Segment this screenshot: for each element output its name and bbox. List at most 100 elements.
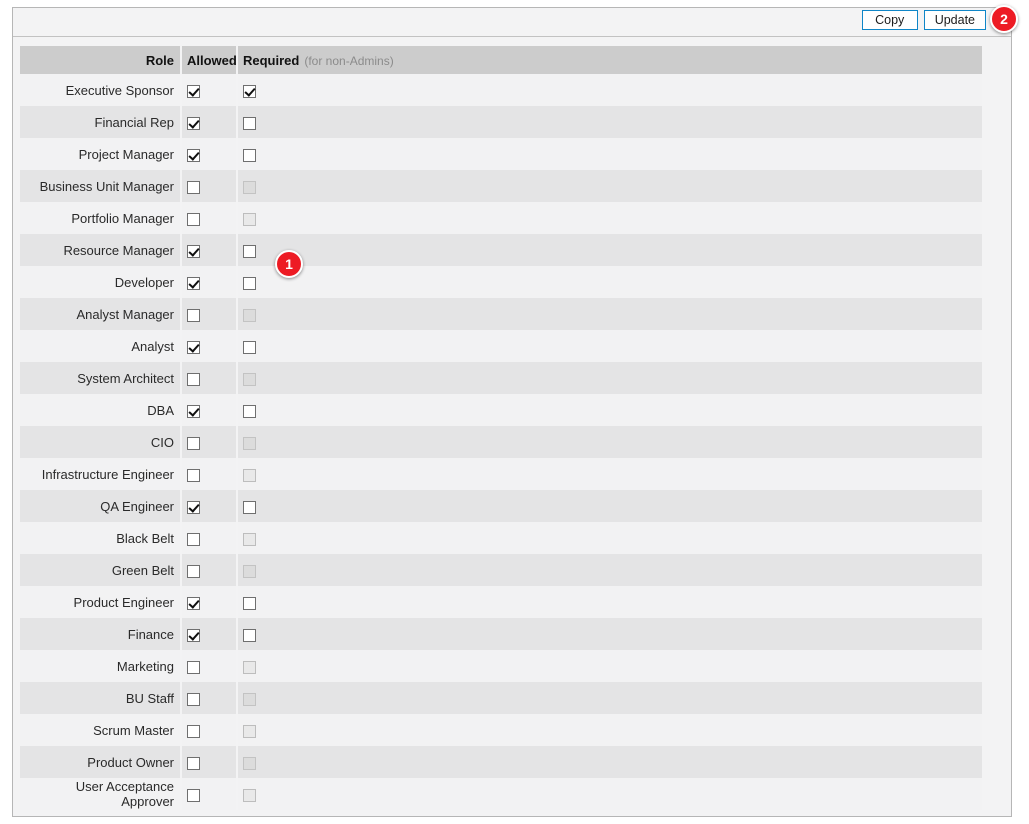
column-header-role: Role — [20, 46, 182, 74]
required-checkbox[interactable] — [243, 628, 256, 642]
required-cell — [237, 170, 982, 202]
allowed-checkbox[interactable] — [187, 404, 200, 418]
role-name-cell: Portfolio Manager — [20, 202, 182, 234]
allowed-checkbox[interactable] — [187, 276, 200, 290]
required-cell — [237, 554, 982, 586]
allowed-checkbox[interactable] — [187, 500, 200, 514]
allowed-checkbox[interactable] — [187, 212, 200, 226]
table-row: Business Unit Manager — [20, 170, 982, 202]
required-checkbox — [243, 372, 256, 386]
column-header-required-note: (for non-Admins) — [304, 53, 394, 68]
allowed-checkbox[interactable] — [187, 532, 200, 546]
table-row: DBA — [20, 394, 982, 426]
required-cell — [237, 330, 982, 362]
copy-button[interactable]: Copy — [861, 10, 918, 30]
allowed-checkbox[interactable] — [187, 628, 200, 642]
required-cell — [237, 650, 982, 682]
allowed-checkbox[interactable] — [187, 756, 200, 770]
table-row: Project Manager — [20, 138, 982, 170]
role-name-cell: Executive Sponsor — [20, 74, 182, 106]
required-checkbox[interactable] — [243, 404, 256, 418]
required-cell — [237, 298, 982, 330]
allowed-checkbox[interactable] — [187, 116, 200, 130]
table-row: Financial Rep — [20, 106, 982, 138]
required-cell — [237, 714, 982, 746]
allowed-checkbox[interactable] — [187, 788, 200, 802]
allowed-cell — [181, 426, 238, 458]
table-header: Role Allowed Required (for non-Admins) — [20, 46, 982, 74]
role-name-cell: Developer — [20, 266, 182, 298]
required-cell — [237, 106, 982, 138]
required-checkbox[interactable] — [243, 500, 256, 514]
required-checkbox — [243, 532, 256, 546]
role-name-cell: Black Belt — [20, 522, 182, 554]
role-name-cell: Scrum Master — [20, 714, 182, 746]
update-button[interactable]: Update — [923, 10, 986, 30]
annotation-badge-2: 2 — [990, 5, 1018, 33]
role-name-cell: BU Staff — [20, 682, 182, 714]
allowed-checkbox[interactable] — [187, 84, 200, 98]
role-name-cell: Infrastructure Engineer — [20, 458, 182, 490]
allowed-checkbox[interactable] — [187, 660, 200, 674]
allowed-checkbox[interactable] — [187, 372, 200, 386]
allowed-checkbox[interactable] — [187, 692, 200, 706]
role-name-cell: Marketing — [20, 650, 182, 682]
required-checkbox[interactable] — [243, 276, 256, 290]
required-cell — [237, 74, 982, 106]
required-checkbox[interactable] — [243, 148, 256, 162]
allowed-checkbox[interactable] — [187, 436, 200, 450]
role-name-cell: System Architect — [20, 362, 182, 394]
allowed-checkbox[interactable] — [187, 564, 200, 578]
allowed-cell — [181, 298, 238, 330]
table-row: BU Staff — [20, 682, 982, 714]
required-checkbox — [243, 564, 256, 578]
required-checkbox[interactable] — [243, 340, 256, 354]
allowed-checkbox[interactable] — [187, 148, 200, 162]
table-header-row: Role Allowed Required (for non-Admins) — [20, 46, 982, 74]
allowed-cell — [181, 746, 238, 778]
required-cell — [237, 138, 982, 170]
allowed-checkbox[interactable] — [187, 244, 200, 258]
role-name-cell: Green Belt — [20, 554, 182, 586]
allowed-cell — [181, 170, 238, 202]
required-checkbox — [243, 660, 256, 674]
role-name-cell: CIO — [20, 426, 182, 458]
toolbar-actions: Copy Update — [861, 10, 986, 30]
allowed-checkbox[interactable] — [187, 340, 200, 354]
table-row: Scrum Master — [20, 714, 982, 746]
allowed-checkbox[interactable] — [187, 596, 200, 610]
table-row: Product Owner — [20, 746, 982, 778]
allowed-cell — [181, 522, 238, 554]
column-header-required: Required (for non-Admins) — [237, 46, 982, 74]
allowed-cell — [181, 266, 238, 298]
required-checkbox — [243, 788, 256, 802]
table-row: System Architect — [20, 362, 982, 394]
role-name-cell: User Acceptance Approver — [20, 778, 182, 810]
panel-toolbar: Copy Update — [13, 8, 1011, 37]
table-row: Analyst Manager — [20, 298, 982, 330]
required-checkbox[interactable] — [243, 596, 256, 610]
required-checkbox[interactable] — [243, 244, 256, 258]
required-cell — [237, 266, 982, 298]
allowed-cell — [181, 394, 238, 426]
table-body: Executive Sponsor Financial Rep Project Ma… — [20, 74, 982, 810]
allowed-checkbox[interactable] — [187, 180, 200, 194]
allowed-cell — [181, 650, 238, 682]
required-cell — [237, 458, 982, 490]
role-settings-panel: Copy Update Role Allowed Required (for no… — [12, 7, 1012, 817]
allowed-cell — [181, 490, 238, 522]
required-checkbox[interactable] — [243, 116, 256, 130]
required-cell — [237, 778, 982, 810]
allowed-checkbox[interactable] — [187, 468, 200, 482]
required-cell — [237, 234, 982, 266]
required-checkbox[interactable] — [243, 84, 256, 98]
allowed-cell — [181, 586, 238, 618]
role-name-cell: Analyst — [20, 330, 182, 362]
allowed-cell — [181, 362, 238, 394]
allowed-checkbox[interactable] — [187, 724, 200, 738]
allowed-checkbox[interactable] — [187, 308, 200, 322]
roles-permission-table: Role Allowed Required (for non-Admins) Ex… — [20, 46, 982, 810]
allowed-cell — [181, 138, 238, 170]
allowed-cell — [181, 618, 238, 650]
required-checkbox — [243, 692, 256, 706]
